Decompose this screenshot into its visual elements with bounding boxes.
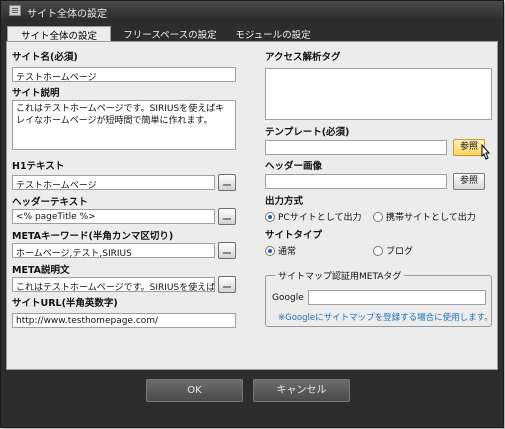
meta-keywords-edit-button[interactable]: [218, 242, 236, 259]
h1-text-input[interactable]: テストホームページ: [12, 175, 215, 190]
template-label: テンプレート(必須): [265, 127, 350, 138]
header-image-label: ヘッダー画像: [265, 161, 323, 172]
output-mobile-radio[interactable]: 携帯サイトとして出力: [373, 210, 476, 223]
header-text-input[interactable]: <% pageTitle %>: [12, 209, 215, 224]
google-label: Google: [272, 293, 304, 303]
ellipsis-icon: [223, 218, 231, 220]
site-desc-label: サイト説明: [12, 88, 60, 99]
google-meta-input[interactable]: [308, 290, 486, 305]
site-url-label: サイトURL(半角英数字): [12, 298, 118, 309]
ellipsis-icon: [223, 184, 231, 186]
output-label: 出力方式: [265, 196, 304, 207]
cancel-button[interactable]: キャンセル: [253, 379, 350, 402]
radio-unselected-icon: [373, 245, 383, 256]
tab-free-space[interactable]: フリースペースの設定: [115, 26, 225, 41]
meta-desc-input[interactable]: これはテストホームページです。SIRIUSを使えば4: [12, 277, 215, 292]
radio-selected-icon: [265, 245, 275, 256]
header-image-browse-button[interactable]: 参照: [453, 173, 485, 190]
site-type-label: サイトタイプ: [265, 230, 323, 241]
tab-module[interactable]: モジュールの設定: [227, 26, 319, 41]
site-url-input[interactable]: http://www.testhomepage.com/: [12, 313, 236, 328]
meta-keywords-input[interactable]: ホームページ,テスト,SIRIUS: [12, 243, 215, 258]
window-icon: [9, 5, 21, 16]
settings-panel: サイト名(必須) テストホームページ サイト説明 これはテストホームページです。…: [6, 41, 498, 370]
sitemap-meta-legend: サイトマップ認証用METAタグ: [275, 269, 405, 282]
output-pc-radio[interactable]: PCサイトとして出力: [265, 210, 361, 223]
output-mobile-label: 携帯サイトとして出力: [386, 213, 476, 223]
radio-unselected-icon: [373, 211, 383, 222]
meta-desc-label: META説明文: [12, 265, 70, 276]
window-title: サイト全体の設定: [27, 9, 107, 20]
ellipsis-icon: [223, 286, 231, 288]
h1-text-edit-button[interactable]: [218, 174, 236, 191]
access-tag-label: アクセス解析タグ: [265, 52, 341, 63]
ok-button[interactable]: OK: [146, 379, 243, 402]
output-pc-label: PCサイトとして出力: [278, 213, 362, 223]
access-tag-textarea[interactable]: [265, 68, 492, 120]
mouse-pointer-icon: [481, 144, 491, 160]
header-text-label: ヘッダーテキスト: [12, 197, 88, 208]
settings-dialog: サイト全体の設定 サイト全体の設定 フリースペースの設定 モジュールの設定 サイ…: [0, 0, 504, 428]
site-type-normal-radio[interactable]: 通常: [265, 244, 296, 257]
meta-keywords-label: METAキーワード(半角カンマ区切り): [12, 231, 174, 242]
header-text-edit-button[interactable]: [218, 208, 236, 225]
title-bar: サイト全体の設定: [1, 1, 503, 21]
tab-strip: サイト全体の設定 フリースペースの設定 モジュールの設定: [1, 21, 503, 42]
meta-desc-edit-button[interactable]: [218, 276, 236, 293]
radio-selected-icon: [265, 211, 275, 222]
site-name-input[interactable]: テストホームページ: [12, 67, 236, 82]
ellipsis-icon: [223, 252, 231, 254]
sitemap-note: ※Googleにサイトマップを登録する場合に使用します。: [278, 313, 493, 323]
header-image-input[interactable]: [265, 174, 447, 189]
site-type-blog-label: ブログ: [386, 247, 414, 257]
site-name-label: サイト名(必須): [12, 52, 78, 63]
site-desc-textarea[interactable]: これはテストホームページです。SIRIUSを使えばキレイなホームページが短時間で…: [12, 100, 236, 150]
tab-site-settings[interactable]: サイト全体の設定: [7, 26, 111, 42]
site-type-blog-radio[interactable]: ブログ: [373, 244, 413, 257]
template-input[interactable]: [265, 140, 447, 155]
h1-text-label: H1テキスト: [12, 161, 65, 172]
site-type-normal-label: 通常: [278, 247, 297, 257]
